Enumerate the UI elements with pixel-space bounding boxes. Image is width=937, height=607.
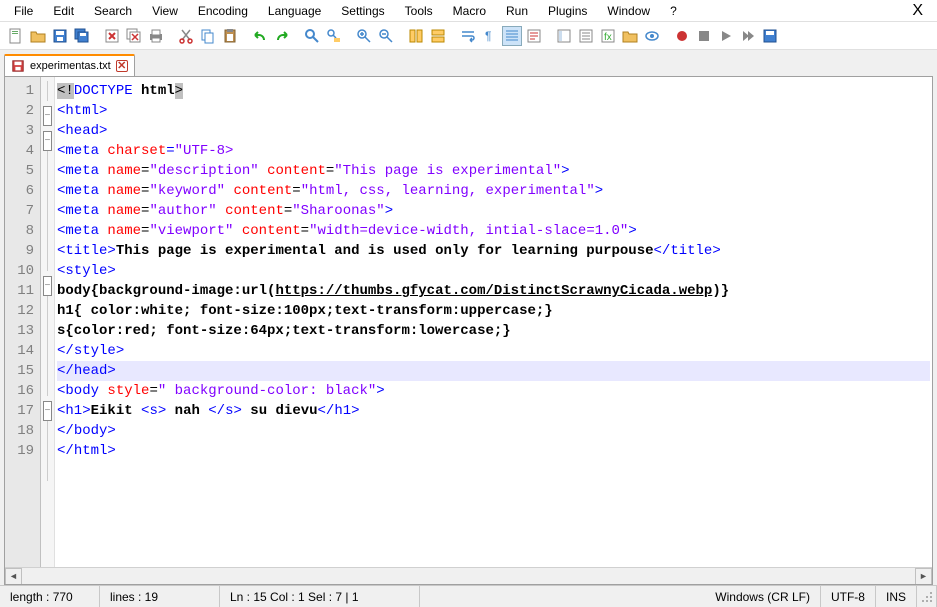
status-position: Ln : 15 Col : 1 Sel : 7 | 1: [220, 586, 420, 607]
stop-macro-icon[interactable]: [694, 26, 714, 46]
menu-run[interactable]: Run: [496, 2, 538, 20]
tab-filename: experimentas.txt: [30, 60, 111, 72]
status-encoding[interactable]: UTF-8: [821, 586, 876, 607]
svg-text:¶: ¶: [485, 29, 491, 43]
save-icon[interactable]: [50, 26, 70, 46]
tab-bar: experimentas.txt ✕: [0, 50, 937, 76]
status-bar: length : 770 lines : 19 Ln : 15 Col : 1 …: [0, 585, 937, 607]
zoom-in-icon[interactable]: [354, 26, 374, 46]
menu-settings[interactable]: Settings: [331, 2, 394, 20]
file-tab[interactable]: experimentas.txt ✕: [4, 54, 135, 76]
status-length: length : 770: [0, 586, 100, 607]
menu-language[interactable]: Language: [258, 2, 331, 20]
menu-bar: File Edit Search View Encoding Language …: [0, 0, 937, 22]
status-ins[interactable]: INS: [876, 586, 917, 607]
tab-close-icon[interactable]: ✕: [116, 60, 128, 72]
func-list-icon[interactable]: fx: [598, 26, 618, 46]
find-icon[interactable]: [302, 26, 322, 46]
menu-encoding[interactable]: Encoding: [188, 2, 258, 20]
monitor-icon[interactable]: [642, 26, 662, 46]
redo-icon[interactable]: [272, 26, 292, 46]
status-grip-icon: [917, 586, 937, 607]
horizontal-scrollbar[interactable]: ◄ ►: [5, 567, 932, 584]
status-eol[interactable]: Windows (CR LF): [705, 586, 821, 607]
new-file-icon[interactable]: [6, 26, 26, 46]
sync-v-icon[interactable]: [406, 26, 426, 46]
menu-file[interactable]: File: [4, 2, 43, 20]
scroll-right-icon[interactable]: ►: [915, 568, 932, 585]
scroll-track[interactable]: [22, 568, 915, 585]
wordwrap-icon[interactable]: [458, 26, 478, 46]
print-icon[interactable]: [146, 26, 166, 46]
sync-h-icon[interactable]: [428, 26, 448, 46]
close-all-icon[interactable]: [124, 26, 144, 46]
menu-tools[interactable]: Tools: [395, 2, 443, 20]
menu-macro[interactable]: Macro: [443, 2, 496, 20]
fold-column[interactable]: −−−−: [41, 77, 55, 567]
file-modified-icon: [11, 59, 25, 73]
play-macro-icon[interactable]: [716, 26, 736, 46]
udl-icon[interactable]: [524, 26, 544, 46]
toolbar: ¶ fx: [0, 22, 937, 50]
menu-window[interactable]: Window: [597, 2, 660, 20]
close-file-icon[interactable]: [102, 26, 122, 46]
svg-text:fx: fx: [604, 32, 612, 43]
open-file-icon[interactable]: [28, 26, 48, 46]
record-macro-icon[interactable]: [672, 26, 692, 46]
indent-guide-icon[interactable]: [502, 26, 522, 46]
menu-search[interactable]: Search: [84, 2, 142, 20]
menu-help[interactable]: ?: [660, 2, 687, 20]
undo-icon[interactable]: [250, 26, 270, 46]
zoom-out-icon[interactable]: [376, 26, 396, 46]
play-multi-icon[interactable]: [738, 26, 758, 46]
replace-icon[interactable]: [324, 26, 344, 46]
status-lines: lines : 19: [100, 586, 220, 607]
window-close-button[interactable]: X: [902, 2, 933, 20]
doc-list-icon[interactable]: [576, 26, 596, 46]
line-number-gutter: 12345678910111213141516171819: [5, 77, 41, 567]
menu-plugins[interactable]: Plugins: [538, 2, 597, 20]
cut-icon[interactable]: [176, 26, 196, 46]
save-all-icon[interactable]: [72, 26, 92, 46]
copy-icon[interactable]: [198, 26, 218, 46]
doc-map-icon[interactable]: [554, 26, 574, 46]
save-macro-icon[interactable]: [760, 26, 780, 46]
editor-pane: 12345678910111213141516171819 −−−− <!DOC…: [4, 76, 933, 585]
folder-icon[interactable]: [620, 26, 640, 46]
menu-edit[interactable]: Edit: [43, 2, 84, 20]
scroll-left-icon[interactable]: ◄: [5, 568, 22, 585]
menu-view[interactable]: View: [142, 2, 188, 20]
paste-icon[interactable]: [220, 26, 240, 46]
show-all-chars-icon[interactable]: ¶: [480, 26, 500, 46]
code-area[interactable]: <!DOCTYPE html><html><head><meta charset…: [55, 77, 932, 567]
